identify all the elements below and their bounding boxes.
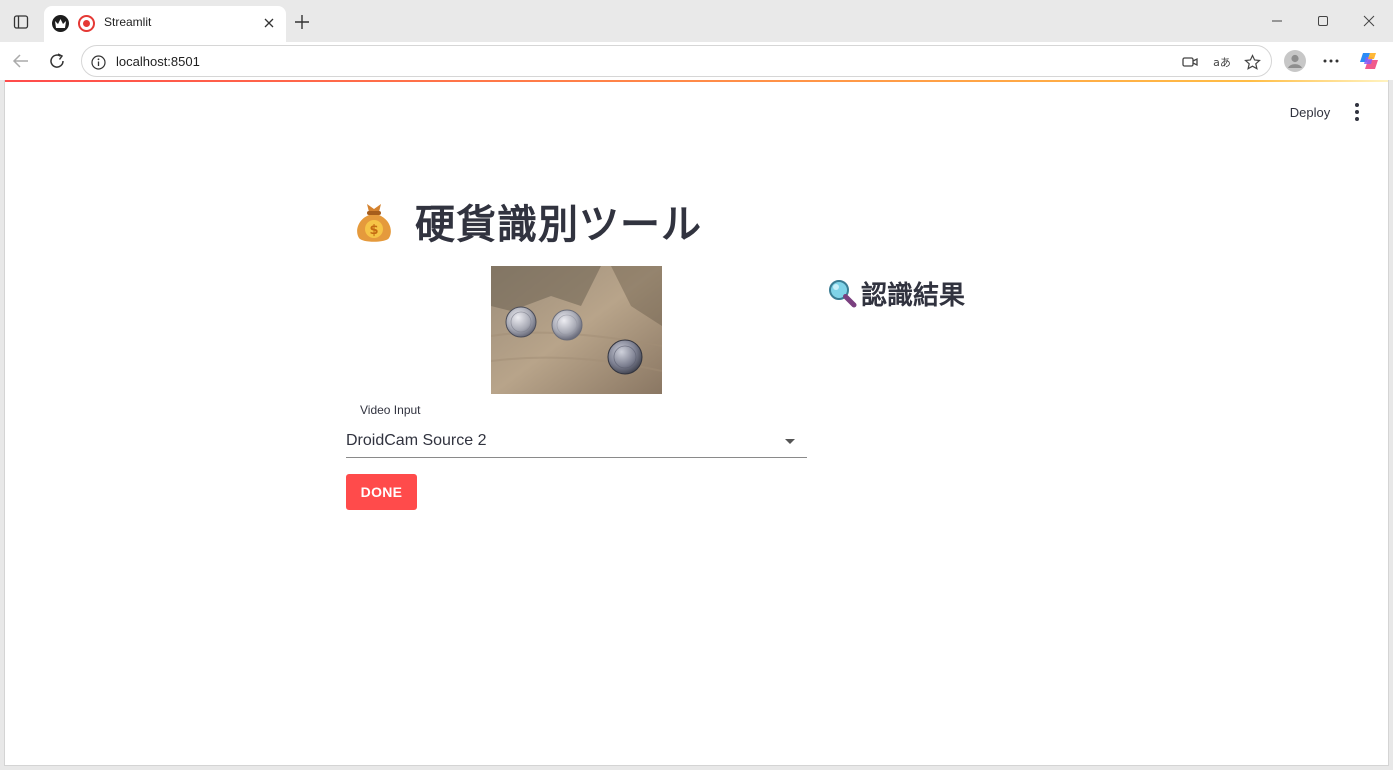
browser-toolbar: localhost:8501 aあ: [0, 42, 1393, 80]
minimize-icon[interactable]: [1264, 10, 1290, 32]
result-title: 認識結果: [861, 280, 966, 311]
browser-titlebar: Streamlit: [0, 0, 1393, 42]
browser-tab[interactable]: Streamlit: [44, 6, 286, 42]
url-text[interactable]: localhost:8501: [116, 54, 200, 69]
close-icon[interactable]: [260, 14, 278, 32]
translate-icon[interactable]: aあ: [1211, 53, 1233, 71]
streamlit-crown-icon: [52, 15, 69, 32]
svg-text:$: $: [369, 223, 378, 238]
tab-actions-icon[interactable]: [10, 11, 32, 33]
header-decoration-bar: [5, 80, 1388, 82]
magnifier-icon: [829, 280, 857, 308]
tab-title: Streamlit: [104, 15, 152, 29]
page-title: 硬貨識別ツール: [415, 202, 702, 248]
money-bag-icon: $: [357, 204, 391, 242]
maximize-icon[interactable]: [1310, 10, 1336, 32]
done-button[interactable]: DONE: [346, 474, 417, 510]
address-bar[interactable]: localhost:8501 aあ: [81, 45, 1272, 77]
close-window-icon[interactable]: [1356, 10, 1382, 32]
chevron-down-icon: [785, 439, 795, 444]
deploy-button[interactable]: Deploy: [1281, 102, 1339, 122]
info-icon[interactable]: [90, 54, 106, 70]
video-input-select[interactable]: DroidCam Source 2: [346, 428, 807, 458]
record-icon: [78, 15, 95, 32]
more-vertical-icon[interactable]: [1348, 101, 1366, 123]
copilot-icon[interactable]: [1358, 50, 1380, 72]
video-input-value: DroidCam Source 2: [346, 432, 487, 449]
more-horizontal-icon[interactable]: [1320, 50, 1342, 72]
streamlit-page: Deploy $ 硬貨識別ツール Video Input DroidCam So…: [4, 80, 1389, 766]
profile-icon[interactable]: [1284, 50, 1306, 72]
reload-icon[interactable]: [46, 50, 68, 72]
result-heading-row: 認識結果: [827, 276, 966, 311]
coins-camera-frame: [491, 266, 662, 394]
page-title-row: $ 硬貨識別ツール: [353, 194, 702, 248]
camera-icon[interactable]: [1181, 53, 1199, 71]
plus-icon[interactable]: [291, 11, 313, 33]
star-icon[interactable]: [1243, 53, 1261, 71]
back-arrow-icon[interactable]: [10, 50, 32, 72]
video-input-label: Video Input: [360, 403, 421, 417]
